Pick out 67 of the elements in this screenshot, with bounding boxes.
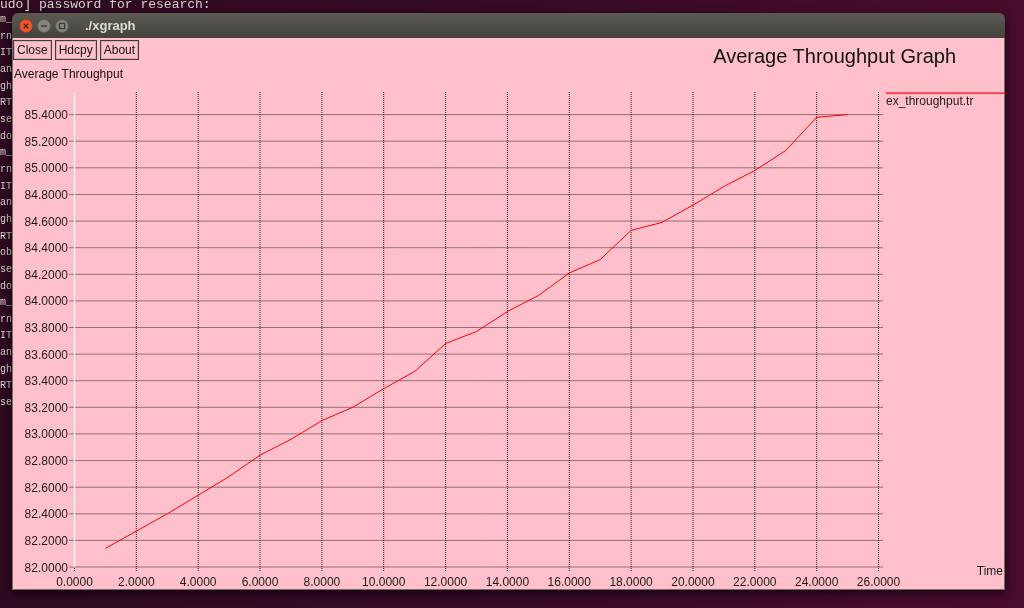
y-tick-label: 84.0000 (24, 294, 68, 309)
maximize-icon[interactable] (55, 18, 69, 33)
terminal-line: gh (0, 362, 12, 377)
toolbar-button[interactable]: About (99, 40, 140, 60)
y-tick-label: 85.2000 (24, 134, 68, 149)
y-tick-label: 83.6000 (24, 347, 68, 362)
x-tick-label: 24.0000 (794, 575, 839, 589)
x-tick-label: 0.0000 (56, 575, 93, 589)
x-tick-label: 8.0000 (303, 575, 341, 589)
terminal-line: RT (0, 379, 12, 394)
close-icon[interactable] (19, 18, 33, 33)
y-tick-label: 82.4000 (24, 507, 68, 522)
legend-label: ex_throughput.tr (886, 94, 974, 108)
terminal-line: se (0, 396, 12, 411)
x-tick-label: 18.0000 (609, 575, 653, 589)
terminal-line: IT (0, 46, 12, 61)
terminal-line: an (0, 346, 12, 361)
y-axis-title: Average Throughput (13, 67, 123, 81)
terminal-line: m_ (0, 13, 12, 27)
terminal-line: IT (0, 329, 12, 344)
terminal-line: ob (0, 246, 12, 261)
y-tick-label: 85.0000 (24, 161, 68, 176)
y-tick-label: 83.4000 (24, 374, 68, 389)
x-tick-label: 2.0000 (118, 575, 155, 589)
terminal-line: rn (0, 162, 12, 177)
y-tick-label: 84.4000 (24, 241, 68, 256)
terminal-line: se (0, 112, 12, 127)
terminal-line: rn (0, 29, 12, 44)
terminal-line: IT (0, 179, 12, 194)
x-tick-label: 10.0000 (362, 575, 406, 589)
x-tick-label: 4.0000 (179, 575, 217, 589)
x-tick-label: 20.0000 (671, 575, 715, 589)
toolbar-button[interactable]: Close (13, 40, 52, 60)
y-tick-label: 82.8000 (24, 454, 68, 469)
y-tick-label: 85.4000 (24, 108, 68, 123)
x-tick-label: 6.0000 (241, 575, 279, 589)
terminal-line: rn (0, 312, 12, 327)
x-tick-label: 22.0000 (733, 575, 777, 589)
y-tick-label: 83.0000 (24, 427, 68, 442)
toolbar-button[interactable]: Hdcpy (54, 40, 97, 60)
terminal-line: an (0, 62, 12, 77)
terminal-line: se (0, 262, 12, 277)
terminal-line: do (0, 279, 12, 294)
terminal-line: gh (0, 79, 12, 94)
y-tick-label: 83.8000 (24, 321, 68, 335)
chart-annotation: Time (976, 564, 1003, 578)
x-tick-label: 26.0000 (856, 575, 901, 589)
chart-title: Average Throughput Graph (713, 44, 956, 69)
terminal-line: RT (0, 229, 12, 244)
terminal-line: do (0, 129, 12, 144)
x-tick-label: 12.0000 (423, 575, 468, 589)
terminal-line: RT (0, 96, 12, 111)
y-tick-label: 84.6000 (24, 214, 68, 229)
y-tick-label: 82.2000 (24, 533, 68, 548)
x-tick-label: 16.0000 (547, 575, 591, 589)
y-tick-label: 84.2000 (24, 267, 68, 282)
minimize-icon[interactable] (37, 18, 51, 33)
window-title: ./xgraph (85, 18, 136, 33)
terminal-line: an (0, 196, 12, 211)
x-tick-label: 14.0000 (485, 575, 530, 589)
terminal-line: m_ (0, 296, 12, 311)
terminal-line: m_ (0, 146, 12, 161)
y-tick-label: 83.2000 (24, 400, 68, 415)
y-tick-label: 82.0000 (24, 560, 68, 575)
y-tick-label: 84.8000 (24, 187, 68, 202)
y-tick-label: 82.6000 (24, 480, 68, 495)
terminal-line: gh (0, 212, 12, 227)
